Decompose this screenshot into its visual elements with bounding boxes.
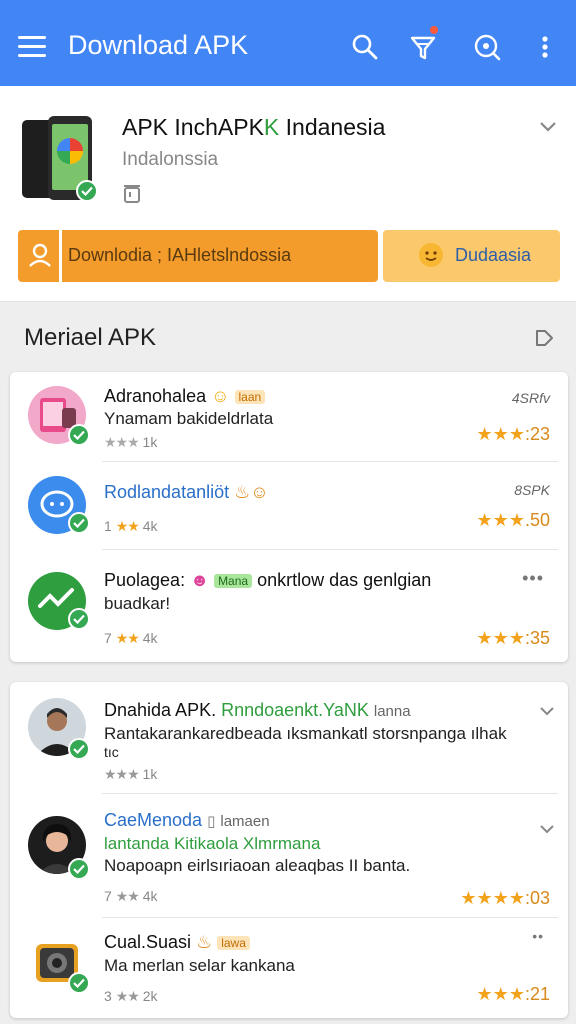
app-rating: ★★★:21	[476, 984, 550, 1004]
more-horiz-icon[interactable]: ••	[532, 928, 544, 944]
alt-button-label: Dudaasia	[455, 245, 532, 265]
app-meta: 7 ★★ 4k	[104, 888, 158, 904]
app-description: Rantakarankaredbeada ıksmankatl storsnpa…	[104, 724, 507, 743]
verified-check-icon	[76, 180, 98, 202]
app-size: 8SPK	[514, 482, 550, 498]
app-name: Puolagea: ☻ Mana onkrtlow das genlgian	[104, 570, 432, 590]
notification-dot	[430, 26, 438, 34]
search-icon[interactable]	[350, 32, 380, 62]
more-horiz-icon[interactable]: •••	[522, 568, 544, 589]
app-name: Adranohalea ☺ laan	[104, 386, 266, 407]
app-rating: ★★★.50	[476, 510, 550, 530]
app-meta: 7 ★★ 4k	[104, 630, 158, 646]
alt-download-button[interactable]: Dudaasia	[383, 230, 560, 282]
list-item[interactable]: Adranohalea ☺ laan Ynamam bakideldrlata …	[10, 372, 568, 462]
chevron-down-icon[interactable]	[538, 120, 558, 139]
chevron-down-icon[interactable]	[538, 822, 556, 840]
app-description: Ynamam bakideldrlata	[104, 409, 274, 428]
menu-icon[interactable]	[18, 36, 46, 58]
verified-check-icon	[68, 512, 90, 534]
app-bar-title: Download APK	[68, 30, 249, 60]
verified-check-icon	[68, 858, 90, 880]
app-name: Rodlandatanliöt ♨☺	[104, 482, 269, 502]
app-rating: ★★★:23	[476, 424, 550, 444]
app-meta: 1 ★★ 4k	[104, 518, 158, 534]
app-name: Cual.Suasi ♨ lawa	[104, 932, 250, 953]
download-button-label: Downlodia ; IAHletslndossia	[68, 245, 292, 265]
list-item[interactable]: Dnahida APK. Rnndoaenkt.YaNK lanna Ranta…	[10, 682, 568, 794]
list-item[interactable]: Puolagea: ☻ Mana onkrtlow das genlgian b…	[10, 550, 568, 662]
more-vert-icon[interactable]	[530, 32, 560, 62]
user-icon	[18, 230, 62, 282]
app-list-card: Dnahida APK. Rnndoaenkt.YaNK lanna Ranta…	[10, 682, 568, 1018]
app-title: APK InchAPKK Indanesia	[122, 114, 386, 140]
verified-check-icon	[68, 608, 90, 630]
filter-icon[interactable]	[408, 26, 438, 62]
section-title: Meriael APK	[24, 324, 157, 351]
trash-icon[interactable]	[122, 182, 142, 209]
list-item[interactable]: CaeMenoda ▯ lamaen lantanda Kitikaola Xl…	[10, 794, 568, 918]
app-meta: ★★★ 1k	[104, 434, 158, 450]
app-list-card: Adranohalea ☺ laan Ynamam bakideldrlata …	[10, 372, 568, 662]
tag-icon[interactable]	[534, 328, 554, 353]
chevron-down-icon[interactable]	[538, 704, 556, 722]
app-header-card: APK InchAPKK Indanesia Indalonssia Downl…	[0, 86, 576, 302]
list-item[interactable]: Cual.Suasi ♨ lawa Ma merlan selar kankan…	[10, 918, 568, 1018]
list-item[interactable]: Rodlandatanliöt ♨☺ 1 ★★ 4k 8SPK ★★★.50	[10, 462, 568, 550]
app-size: 4SRfv	[511, 390, 550, 406]
download-button[interactable]: Downlodia ; IAHletslndossia	[18, 230, 378, 282]
app-description: Ma merlan selar kankana	[104, 956, 295, 975]
verified-check-icon	[68, 972, 90, 994]
app-rating: ★★★:35	[476, 628, 550, 648]
app-description-continued: tıc	[104, 744, 119, 760]
verified-check-icon	[68, 424, 90, 446]
app-subtitle: lantanda Kitikaola Xlmrmana	[104, 834, 321, 853]
app-rating: ★★★★:03	[460, 888, 550, 908]
app-description: Noapoapn eirlsıriaoan aleaqbas II banta.	[104, 856, 411, 875]
app-meta: 3 ★★ 2k	[104, 988, 158, 1004]
app-name: Dnahida APK. Rnndoaenkt.YaNK lanna	[104, 700, 411, 720]
app-meta: ★★★ 1k	[104, 766, 158, 782]
app-bar: Download APK	[0, 0, 576, 86]
app-description: buadkar!	[104, 594, 171, 613]
smile-emoji-icon	[419, 243, 443, 267]
scan-search-icon[interactable]	[472, 32, 502, 62]
verified-check-icon	[68, 738, 90, 760]
app-subtitle: Indalonssia	[122, 149, 219, 170]
phone-app-icon	[22, 116, 98, 202]
app-name: CaeMenoda ▯ lamaen	[104, 810, 270, 830]
